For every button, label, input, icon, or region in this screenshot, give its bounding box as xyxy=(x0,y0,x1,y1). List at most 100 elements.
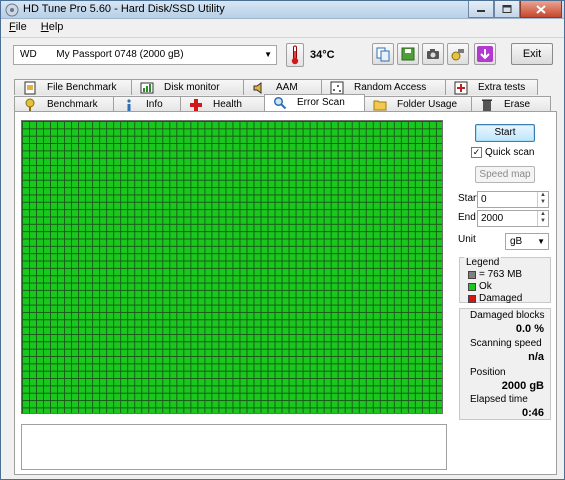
drive-brand: WD xyxy=(20,49,37,60)
tab-random-access[interactable]: Random Access xyxy=(321,79,446,95)
position-label: Position xyxy=(470,367,506,378)
legend-label: Ok xyxy=(479,281,492,292)
maximize-icon xyxy=(502,5,512,13)
start-field-value: 0 xyxy=(481,194,487,205)
thermometer-icon xyxy=(291,45,299,65)
close-icon xyxy=(536,4,546,14)
tab-label: Erase xyxy=(504,99,531,110)
tab-label: Health xyxy=(213,99,242,110)
minimize-icon xyxy=(477,10,485,12)
menu-file[interactable]: File xyxy=(1,19,33,37)
menu-help-accel: H xyxy=(40,21,49,33)
chevron-down-icon: ▼ xyxy=(264,50,272,59)
tab-erase[interactable]: Erase xyxy=(471,96,551,112)
tab-disk-monitor[interactable]: Disk monitor xyxy=(131,79,244,95)
spinner-arrows-icon[interactable]: ▲ ▼ xyxy=(537,211,548,226)
quick-scan-label: Quick scan xyxy=(485,147,535,158)
tab-file-benchmark[interactable]: File Benchmark xyxy=(14,79,132,95)
quick-scan-checkbox[interactable]: ✓ xyxy=(471,147,482,158)
exit-button[interactable]: Exit xyxy=(511,43,553,65)
tab-label: Info xyxy=(146,99,163,110)
elapsed-time-label: Elapsed time xyxy=(470,394,528,405)
info-icon xyxy=(127,99,131,111)
tab-row-top: File Benchmark Disk monitor AAM Random A… xyxy=(14,79,538,95)
unit-label: Unit xyxy=(458,234,476,245)
tab-extra-tests[interactable]: Extra tests xyxy=(445,79,538,95)
damaged-blocks-value: 0.0 % xyxy=(515,323,544,335)
start-field-label: Start xyxy=(458,193,480,204)
close-button[interactable] xyxy=(520,1,562,18)
tab-health[interactable]: Health xyxy=(180,96,265,112)
damaged-blocks-label: Damaged blocks xyxy=(470,310,545,321)
tab-error-scan[interactable]: Error Scan xyxy=(264,94,365,112)
tab-label: File Benchmark xyxy=(47,82,117,93)
app-window: HD Tune Pro 5.60 - Hard Disk/SSD Utility… xyxy=(0,0,565,480)
log-box[interactable] xyxy=(21,424,447,470)
legend-swatch xyxy=(468,270,476,279)
position-value: 2000 gB xyxy=(501,380,544,392)
maximize-button[interactable] xyxy=(494,1,520,18)
menu-help[interactable]: Help xyxy=(33,19,70,37)
end-field-value: 2000 xyxy=(481,213,504,224)
speaker-icon xyxy=(253,82,262,94)
tab-label: Disk monitor xyxy=(164,82,220,93)
extra-tests-icon xyxy=(454,81,468,95)
error-scan-panel: Start ✓ Quick scan Speed map Start 0 ▲ ▼ … xyxy=(14,111,557,475)
tab-row-bottom: Benchmark Info Health Error Scan Folder … xyxy=(14,94,551,112)
legend-swatch xyxy=(468,282,476,291)
chevron-down-icon: ▼ xyxy=(537,237,545,246)
legend-title: Legend xyxy=(464,257,502,268)
minimize-button[interactable] xyxy=(468,1,494,18)
drive-name: My Passport 0748 (2000 gB) xyxy=(56,49,184,60)
tab-info[interactable]: Info xyxy=(113,96,181,112)
speed-map-button[interactable]: Speed map xyxy=(475,166,535,183)
legend-item: = 763 MB xyxy=(468,269,522,280)
tab-aam[interactable]: AAM xyxy=(243,79,322,95)
menu-file-accel: F xyxy=(9,21,16,33)
health-cross-icon xyxy=(190,99,202,111)
tab-label: Random Access xyxy=(354,82,427,93)
disk-monitor-icon xyxy=(140,82,154,94)
menu-help-label: elp xyxy=(48,21,64,33)
menu-bar: File Help xyxy=(1,19,564,38)
quick-scan-checkbox-row[interactable]: ✓ Quick scan xyxy=(471,147,534,158)
screenshot-button[interactable] xyxy=(422,43,444,65)
tab-label: Extra tests xyxy=(478,82,526,93)
tab-folder-usage[interactable]: Folder Usage xyxy=(364,96,472,112)
unit-select[interactable]: gB ▼ xyxy=(505,233,549,250)
stats-box: Damaged blocks 0.0 % Scanning speed n/a … xyxy=(459,308,551,420)
legend-item: Ok xyxy=(468,281,492,292)
random-access-icon xyxy=(330,81,344,95)
menu-file-label: ile xyxy=(15,21,27,33)
spinner-arrows-icon[interactable]: ▲ ▼ xyxy=(537,192,548,207)
magnifier-icon xyxy=(273,96,287,110)
file-benchmark-icon xyxy=(24,81,36,95)
scan-controls: Start ✓ Quick scan Speed map Start 0 ▲ ▼ … xyxy=(457,112,553,474)
legend-box: Legend = 763 MB Ok Damaged xyxy=(459,257,551,304)
download-icon xyxy=(477,46,493,62)
toolbar: WD My Passport 0748 (2000 gB) ▼ 34°C Exi… xyxy=(1,39,564,73)
copy-icon xyxy=(376,47,390,62)
start-field[interactable]: 0 ▲ ▼ xyxy=(477,191,549,208)
legend-label: Damaged xyxy=(479,293,523,304)
benchmark-icon xyxy=(25,98,35,111)
tab-label: Error Scan xyxy=(297,97,345,108)
end-field[interactable]: 2000 ▲ ▼ xyxy=(477,210,549,227)
tab-label: Folder Usage xyxy=(397,99,458,110)
scanning-speed-label: Scanning speed xyxy=(470,338,542,349)
tab-label: Benchmark xyxy=(47,99,98,110)
tab-label: AAM xyxy=(276,82,298,93)
copy-button[interactable] xyxy=(372,43,394,65)
scanning-speed-value: n/a xyxy=(528,351,544,363)
legend-swatch xyxy=(468,294,476,303)
start-button[interactable]: Start xyxy=(475,124,535,142)
download-button[interactable] xyxy=(474,43,496,65)
save-button[interactable] xyxy=(397,43,419,65)
drive-select[interactable]: WD My Passport 0748 (2000 gB) ▼ xyxy=(13,45,277,65)
screenshot-icon xyxy=(427,49,439,59)
tab-benchmark[interactable]: Benchmark xyxy=(14,96,114,112)
window-controls xyxy=(468,1,562,18)
save-icon xyxy=(401,47,415,61)
temperature-indicator xyxy=(286,43,304,67)
options-button[interactable] xyxy=(447,43,469,65)
